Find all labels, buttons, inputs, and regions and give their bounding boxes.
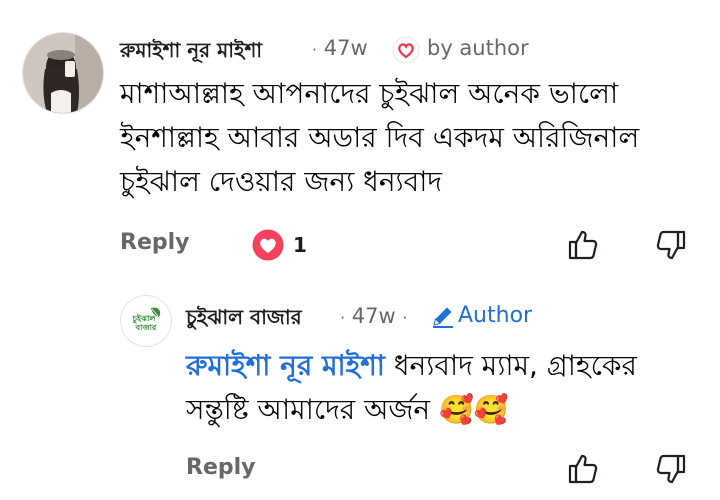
thumbs-up-icon [568, 230, 598, 260]
comment-author-name[interactable]: রুমাইশা নূর মাইশা [120, 36, 262, 69]
dislike-button[interactable] [654, 452, 688, 486]
heart-outline-icon [392, 36, 420, 64]
comment-timestamp[interactable]: 47w [324, 36, 368, 60]
separator-dot: · [312, 40, 318, 59]
page-logo: চুইঝাল বাজার [122, 297, 170, 345]
author-badge: Author [458, 303, 533, 328]
reaction-summary[interactable] [251, 228, 285, 262]
mention-link[interactable]: রুমাইশা নূর মাইশা [186, 349, 385, 382]
comment-text: মাশাআল্লাহ আপনাদের চুইঝাল অনেক ভালো ইনশা… [120, 77, 640, 198]
by-author-label: by author [427, 36, 529, 60]
reply-button[interactable]: Reply [120, 230, 190, 255]
dislike-button[interactable] [654, 228, 688, 262]
like-button[interactable] [566, 228, 600, 262]
thumbs-up-icon [568, 454, 598, 484]
reply-meta: · 47w · [340, 304, 407, 328]
reaction-count[interactable]: 1 [293, 233, 307, 257]
reply-text: রুমাইশা নূর মাইশা ধন্যবাদ ম্যাম, গ্রাহকে… [186, 344, 706, 432]
thumbs-down-icon [656, 230, 686, 260]
reply-author-name[interactable]: চুইঝাল বাজার [186, 303, 302, 336]
svg-text:বাজার: বাজার [135, 323, 157, 332]
smiling-hearts-emoji: 🥰🥰 [439, 393, 509, 426]
reply-timestamp[interactable]: 47w [352, 304, 396, 328]
commenter-avatar[interactable] [22, 32, 104, 114]
heart-reaction-icon [251, 228, 285, 262]
comment-meta: · 47w [312, 36, 368, 60]
separator-dot: · [402, 308, 408, 327]
separator-dot: · [340, 308, 346, 327]
liked-by-author-badge [392, 36, 420, 64]
thumbs-down-icon [656, 454, 686, 484]
pencil-icon [430, 303, 456, 329]
like-button[interactable] [566, 452, 600, 486]
reply-button[interactable]: Reply [186, 455, 256, 480]
page-avatar[interactable]: চুইঝাল বাজার [120, 295, 172, 347]
